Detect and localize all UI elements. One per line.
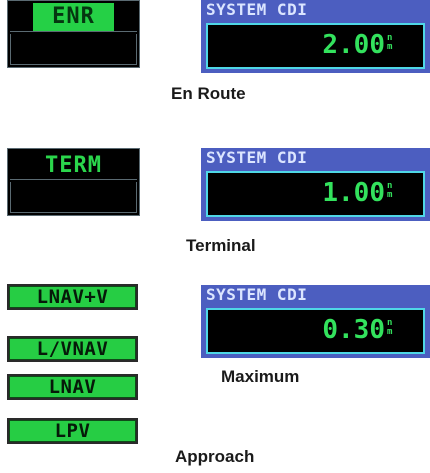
term-mode-label: TERM xyxy=(45,153,102,178)
cdi-unit-bottom: m xyxy=(387,327,393,337)
caption-en-route: En Route xyxy=(171,84,246,103)
cdi-title: SYSTEM CDI xyxy=(206,148,308,167)
enr-mode-annunciator: ENR xyxy=(7,0,140,68)
approach-mode-label: L/VNAV xyxy=(9,338,136,360)
cdi-panel-maximum: SYSTEM CDI 0.30 n m xyxy=(201,285,430,358)
cdi-unit: n m xyxy=(387,182,399,200)
cdi-value: 2.00 xyxy=(322,30,385,60)
cdi-title: SYSTEM CDI xyxy=(206,285,308,304)
approach-mode-l-vnav: L/VNAV xyxy=(7,336,138,362)
enr-mode-label: ENR xyxy=(33,3,114,31)
approach-mode-lpv: LPV xyxy=(7,418,138,444)
enr-mode-bottom-row xyxy=(10,34,137,65)
approach-mode-label: LPV xyxy=(9,420,136,442)
caption-maximum: Maximum xyxy=(221,367,300,386)
cdi-unit: n m xyxy=(387,319,399,337)
term-mode-annunciator: TERM xyxy=(7,148,140,216)
enr-mode-top-row: ENR xyxy=(10,3,137,32)
term-mode-top-row: TERM xyxy=(10,151,137,180)
cdi-unit-bottom: m xyxy=(387,42,393,52)
cdi-panel-enroute: SYSTEM CDI 2.00 n m xyxy=(201,0,430,73)
cdi-value: 1.00 xyxy=(322,178,385,208)
cdi-panel-terminal: SYSTEM CDI 1.00 n m xyxy=(201,148,430,221)
approach-mode-lnav: LNAV xyxy=(7,374,138,400)
approach-mode-lnav-v: LNAV+V xyxy=(7,284,138,310)
cdi-value-field: 2.00 n m xyxy=(206,23,425,69)
approach-mode-label: LNAV xyxy=(9,376,136,398)
cdi-unit: n m xyxy=(387,34,399,52)
approach-mode-label: LNAV+V xyxy=(9,286,136,308)
cdi-value: 0.30 xyxy=(322,315,385,345)
caption-approach: Approach xyxy=(175,447,255,466)
caption-terminal: Terminal xyxy=(186,236,256,255)
term-mode-bottom-row xyxy=(10,182,137,213)
cdi-unit-bottom: m xyxy=(387,190,393,200)
cdi-title: SYSTEM CDI xyxy=(206,0,308,19)
cdi-value-field: 1.00 n m xyxy=(206,171,425,217)
cdi-value-field: 0.30 n m xyxy=(206,308,425,354)
